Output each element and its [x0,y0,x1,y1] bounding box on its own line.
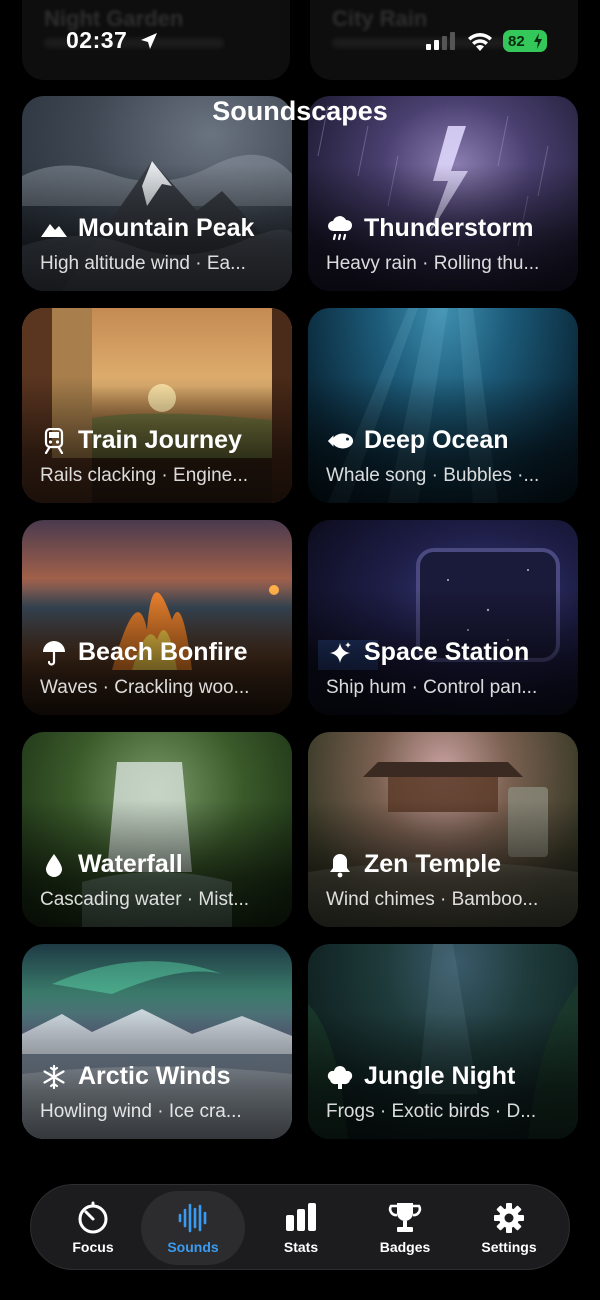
card-subtitle: Rails clacking · Engine... [40,465,249,486]
card-header: Beach Bonfire [40,638,247,667]
soundscape-card-zen-temple[interactable]: Zen Temple Wind chimes · Bamboo... [308,732,578,927]
page-title: Soundscapes [212,96,388,126]
card-subtitle: High altitude wind · Ea... [40,253,246,274]
card-title: Space Station [364,638,530,666]
card-header: Waterfall [40,850,183,879]
train-icon [40,427,68,454]
bar-chart-icon [286,1203,316,1231]
fish-icon [326,428,354,454]
tab-bar: Focus Sounds Stats Badges Settings [30,1184,570,1270]
mountain-icon [40,216,68,242]
card-header: Mountain Peak [40,214,254,243]
tab-badges[interactable]: Badges [353,1191,457,1265]
card-title: Jungle Night [364,1062,516,1090]
card-subtitle: Heavy rain · Rolling thu... [326,253,540,274]
card-title: Zen Temple [364,850,502,878]
trophy-icon [388,1203,422,1232]
tab-label: Badges [379,1239,431,1255]
card-subtitle: Waves · Crackling woo... [40,677,250,698]
timer-icon [78,1201,108,1234]
tab-label: Settings [481,1239,537,1255]
card-subtitle: Frogs · Exotic birds · D... [326,1101,537,1122]
location-arrow-icon [141,33,157,49]
card-title: Train Journey [78,426,242,454]
status-time: 02:37 [66,27,128,53]
card-header: Thunderstorm [326,214,533,243]
cloud-rain-icon [326,215,354,242]
soundscape-card-waterfall[interactable]: Waterfall Cascading water · Mist... [22,732,292,927]
card-header: Deep Ocean [326,426,509,455]
card-subtitle: Howling wind · Ice cra... [40,1101,242,1122]
battery-indicator: 82 [503,30,547,52]
wifi-icon [468,33,492,51]
card-subtitle: Whale song · Bubbles ·... [326,465,540,486]
soundscape-card-beach-bonfire[interactable]: Beach Bonfire Waves · Crackling woo... [22,520,292,715]
card-header: Zen Temple [326,850,501,879]
tab-focus[interactable]: Focus [41,1191,145,1265]
card-title: Thunderstorm [364,214,534,242]
sparkles-icon [326,640,354,666]
soundscape-card-deep-ocean[interactable]: Deep Ocean Whale song · Bubbles ·... [308,308,578,503]
charging-bolt-icon [534,33,542,49]
card-header: Train Journey [40,426,242,455]
tab-label: Sounds [167,1239,219,1255]
bell-icon [326,852,354,878]
tab-sounds[interactable]: Sounds [141,1191,245,1265]
card-subtitle: Cascading water · Mist... [40,889,250,910]
card-subtitle: Wind chimes · Bamboo... [326,889,539,910]
waveform-icon [178,1203,207,1233]
soundscape-card-jungle-night[interactable]: Jungle Night Frogs · Exotic birds · D... [308,944,578,1139]
tree-icon [326,1064,354,1090]
battery-level: 82 [508,32,525,50]
tab-settings[interactable]: Settings [457,1191,561,1265]
tab-label: Focus [72,1239,114,1255]
soundscape-card-train-journey[interactable]: Train Journey Rails clacking · Engine... [22,308,292,503]
card-header: Space Station [326,638,529,667]
card-subtitle: Ship hum · Control pan... [326,677,538,698]
tab-label: Stats [283,1239,319,1255]
card-header: Arctic Winds [40,1062,231,1091]
cellular-signal-icon [426,32,455,50]
soundscape-card-arctic-winds[interactable]: Arctic Winds Howling wind · Ice cra... [22,944,292,1139]
card-title: Deep Ocean [364,426,509,454]
card-title: Waterfall [78,850,183,878]
card-title: Beach Bonfire [78,638,248,666]
card-title: Mountain Peak [78,214,255,242]
drop-icon [40,852,68,878]
umbrella-icon [40,640,68,666]
card-title: Arctic Winds [78,1062,231,1090]
card-header: Jungle Night [326,1062,515,1091]
gear-icon [494,1203,524,1233]
status-bar: 02:37 82 [0,0,600,80]
soundscape-card-space-station[interactable]: Space Station Ship hum · Control pan... [308,520,578,715]
tab-stats[interactable]: Stats [249,1191,353,1265]
snowflake-icon [40,1064,68,1090]
